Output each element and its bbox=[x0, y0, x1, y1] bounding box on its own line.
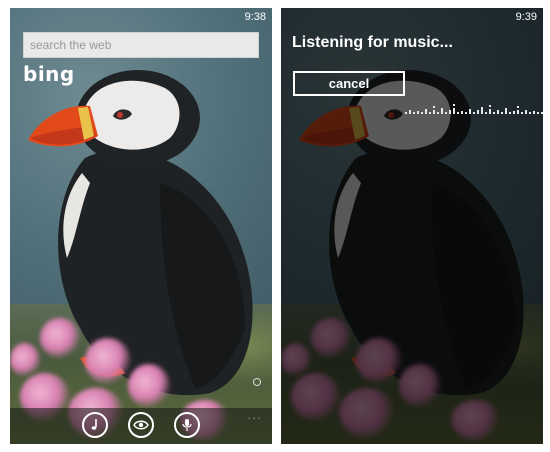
audio-equalizer-icon bbox=[405, 104, 543, 114]
voice-button[interactable] bbox=[174, 412, 200, 438]
vision-button[interactable] bbox=[128, 412, 154, 438]
music-button[interactable] bbox=[82, 412, 108, 438]
search-input[interactable] bbox=[24, 33, 270, 57]
microphone-icon bbox=[182, 419, 192, 431]
music-note-icon bbox=[91, 419, 97, 430]
music-listening-screen: 9:39 Listening for music... cancel bbox=[281, 8, 543, 444]
status-time: 9:38 bbox=[244, 11, 266, 23]
app-bar-indicator bbox=[253, 378, 261, 386]
listening-title: Listening for music... bbox=[292, 34, 453, 51]
bing-search-screen: 9:38 bing ... bbox=[10, 8, 272, 444]
status-time: 9:39 bbox=[515, 11, 537, 23]
search-box[interactable] bbox=[23, 32, 270, 58]
eye-icon bbox=[133, 420, 149, 430]
bing-logo: bing bbox=[23, 62, 75, 86]
cancel-button[interactable]: cancel bbox=[293, 71, 405, 96]
app-bar bbox=[10, 408, 272, 444]
